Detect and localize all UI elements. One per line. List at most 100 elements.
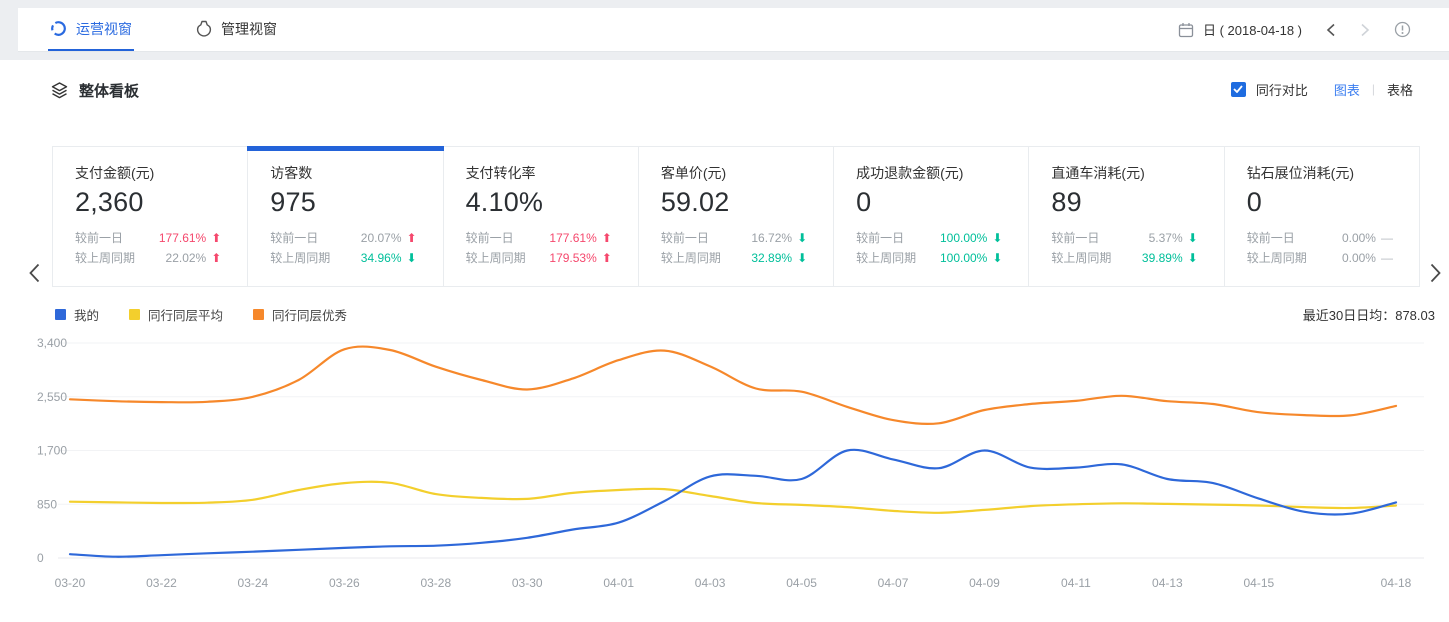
x-axis-tick-label: 03-30 [512,576,543,590]
metric-card[interactable]: 访客数975较前一日20.07%⬆较上周同期34.96%⬇ [248,147,443,286]
series-line-peer-average [70,482,1396,513]
metric-value: 0 [1247,186,1393,219]
metric-compare-rows: 较前一日177.61%⬆较上周同期179.53%⬆ [466,228,612,268]
compare-percent: 179.53% [549,248,596,268]
compare-percent: 100.00% [940,228,987,248]
date-picker[interactable]: 日 ( 2018-04-18 ) [1178,20,1302,39]
compare-value-group: 0.00%— [1342,248,1393,268]
view-table-link[interactable]: 表格 [1387,80,1413,99]
down-arrow-icon: ⬇ [407,252,417,264]
y-axis-tick-label: 2,550 [37,390,67,404]
x-axis-tick-label: 04-07 [878,576,909,590]
up-arrow-icon: ⬆ [211,232,221,244]
compare-percent: 5.37% [1149,228,1183,248]
trend-line-chart[interactable]: 08501,7002,5503,40003-2003-2203-2403-260… [0,60,1449,622]
down-arrow-icon: ⬇ [797,252,807,264]
view-tabs: 运营视窗 管理视窗 [18,8,279,51]
compare-value-group: 34.96%⬇ [361,248,417,268]
compare-value-group: 22.02%⬆ [166,248,222,268]
compare-row: 较前一日16.72%⬇ [661,228,807,248]
down-arrow-icon: ⬇ [992,252,1002,264]
x-axis-tick-label: 04-09 [969,576,1000,590]
money-bag-icon [196,20,212,37]
metric-compare-rows: 较前一日5.37%⬇较上周同期39.89%⬇ [1051,228,1197,268]
metric-title: 客单价(元) [661,164,807,183]
peer-compare-checkbox[interactable] [1231,82,1246,97]
dashboard-screen: 运营视窗 管理视窗 [0,0,1449,622]
cards-scroll-left-chevron-icon[interactable] [26,258,42,288]
compare-value-group: 177.61% ⬆ [549,228,611,248]
compare-label: 较前一日 [661,228,709,248]
legend-label: 同行同层优秀 [272,305,347,324]
compare-percent: 20.07% [361,228,402,248]
cards-scroll-right-chevron-icon[interactable] [1427,258,1443,288]
metric-card[interactable]: 钻石展位消耗(元)0较前一日0.00%—较上周同期0.00%— [1225,147,1419,286]
compare-value-group: 20.07% ⬆ [361,228,417,248]
compare-percent: 0.00% [1342,248,1376,268]
up-arrow-icon: ⬆ [407,232,417,244]
compare-value-group: 5.37%⬇ [1149,228,1198,248]
metric-card[interactable]: 成功退款金额(元)0较前一日100.00%⬇较上周同期100.00%⬇ [834,147,1029,286]
legend-item-peer-best[interactable]: 同行同层优秀 [253,305,347,324]
compare-label: 较上周同期 [75,248,135,268]
compare-percent: 100.00% [940,248,987,268]
down-arrow-icon: ⬇ [1188,252,1198,264]
board-title: 整体看板 [79,80,139,101]
up-arrow-icon: ⬆ [211,252,221,264]
tab-management-view[interactable]: 管理视窗 [194,8,279,51]
x-axis-tick-label: 03-26 [329,576,360,590]
metric-value: 89 [1051,186,1197,219]
metric-compare-rows: 较前一日 177.61%⬆ 较上周同期 22.02%⬆ [75,228,221,268]
legend-swatch-icon [55,309,66,320]
info-icon[interactable] [1394,21,1411,38]
board-header: 整体看板 [50,74,139,106]
compare-row: 较上周同期 100.00% ⬇ [856,248,1002,268]
metric-card-strip: 支付金额(元)2,360较前一日177.61%⬆较上周同期22.02%⬆访客数9… [52,146,1420,287]
compare-value-group: 32.89% ⬇ [751,248,807,268]
compare-percent: 177.61% [549,228,596,248]
top-navigation: 运营视窗 管理视窗 [18,8,1449,52]
metric-title: 成功退款金额(元) [856,164,1002,183]
compare-label: 较上周同期 [856,248,916,268]
compare-row: 较前一日 20.07% ⬆ [270,228,416,248]
compare-label: 较前一日 [270,228,318,248]
compare-label: 较上周同期 [1247,248,1307,268]
view-chart-link[interactable]: 图表 [1334,80,1360,99]
metric-card[interactable]: 直通车消耗(元)89较前一日5.37%⬇较上周同期39.89%⬇ [1029,147,1224,286]
compare-row: 较上周同期 0.00%— [1247,248,1393,268]
x-axis-tick-label: 04-01 [603,576,634,590]
date-prev-button[interactable] [1326,23,1336,37]
compare-row: 较前一日5.37%⬇ [1051,228,1197,248]
metric-compare-rows: 较前一日 100.00% ⬇较上周同期 100.00% ⬇ [856,228,1002,268]
metric-card[interactable]: 支付金额(元)2,360较前一日177.61%⬆较上周同期22.02%⬆ [53,147,248,286]
metric-card[interactable]: 客单价(元)59.02较前一日16.72%⬇较上周同期32.89%⬇ [639,147,834,286]
metric-value: 4.10% [466,186,612,219]
date-next-button[interactable] [1360,23,1370,37]
x-axis-tick-label: 04-11 [1061,576,1091,590]
compare-percent: 32.89% [751,248,792,268]
down-arrow-icon: ⬇ [797,232,807,244]
compare-row: 较上周同期 32.89% ⬇ [661,248,807,268]
compare-value-group: 177.61%⬆ [159,228,221,248]
compare-label: 较前一日 [75,228,123,248]
x-axis-tick-label: 04-18 [1381,576,1412,590]
legend-item-peer-average[interactable]: 同行同层平均 [129,305,223,324]
legend-label: 我的 [74,305,99,324]
compare-label: 较前一日 [856,228,904,248]
metric-title: 钻石展位消耗(元) [1247,164,1393,183]
tab-operations-view[interactable]: 运营视窗 [48,8,134,51]
legend-swatch-icon [253,309,264,320]
metric-card[interactable]: 支付转化率4.10%较前一日177.61%⬆较上周同期179.53%⬆ [444,147,639,286]
up-arrow-icon: ⬆ [602,252,612,264]
compare-label: 较上周同期 [661,248,721,268]
legend-label: 同行同层平均 [148,305,223,324]
metric-title: 支付转化率 [466,164,612,183]
legend-item-mine[interactable]: 我的 [55,305,99,324]
main-panel: 整体看板 同行对比 图表 | 表格 支付金额(元)2,360较前一日177.61… [0,60,1449,622]
operations-ring-icon [50,20,67,37]
peer-compare-label: 同行对比 [1256,80,1308,99]
up-arrow-icon: ⬆ [602,232,612,244]
y-axis-tick-label: 3,400 [37,336,67,350]
layers-icon [50,81,69,100]
x-axis-tick-label: 03-20 [55,576,86,590]
